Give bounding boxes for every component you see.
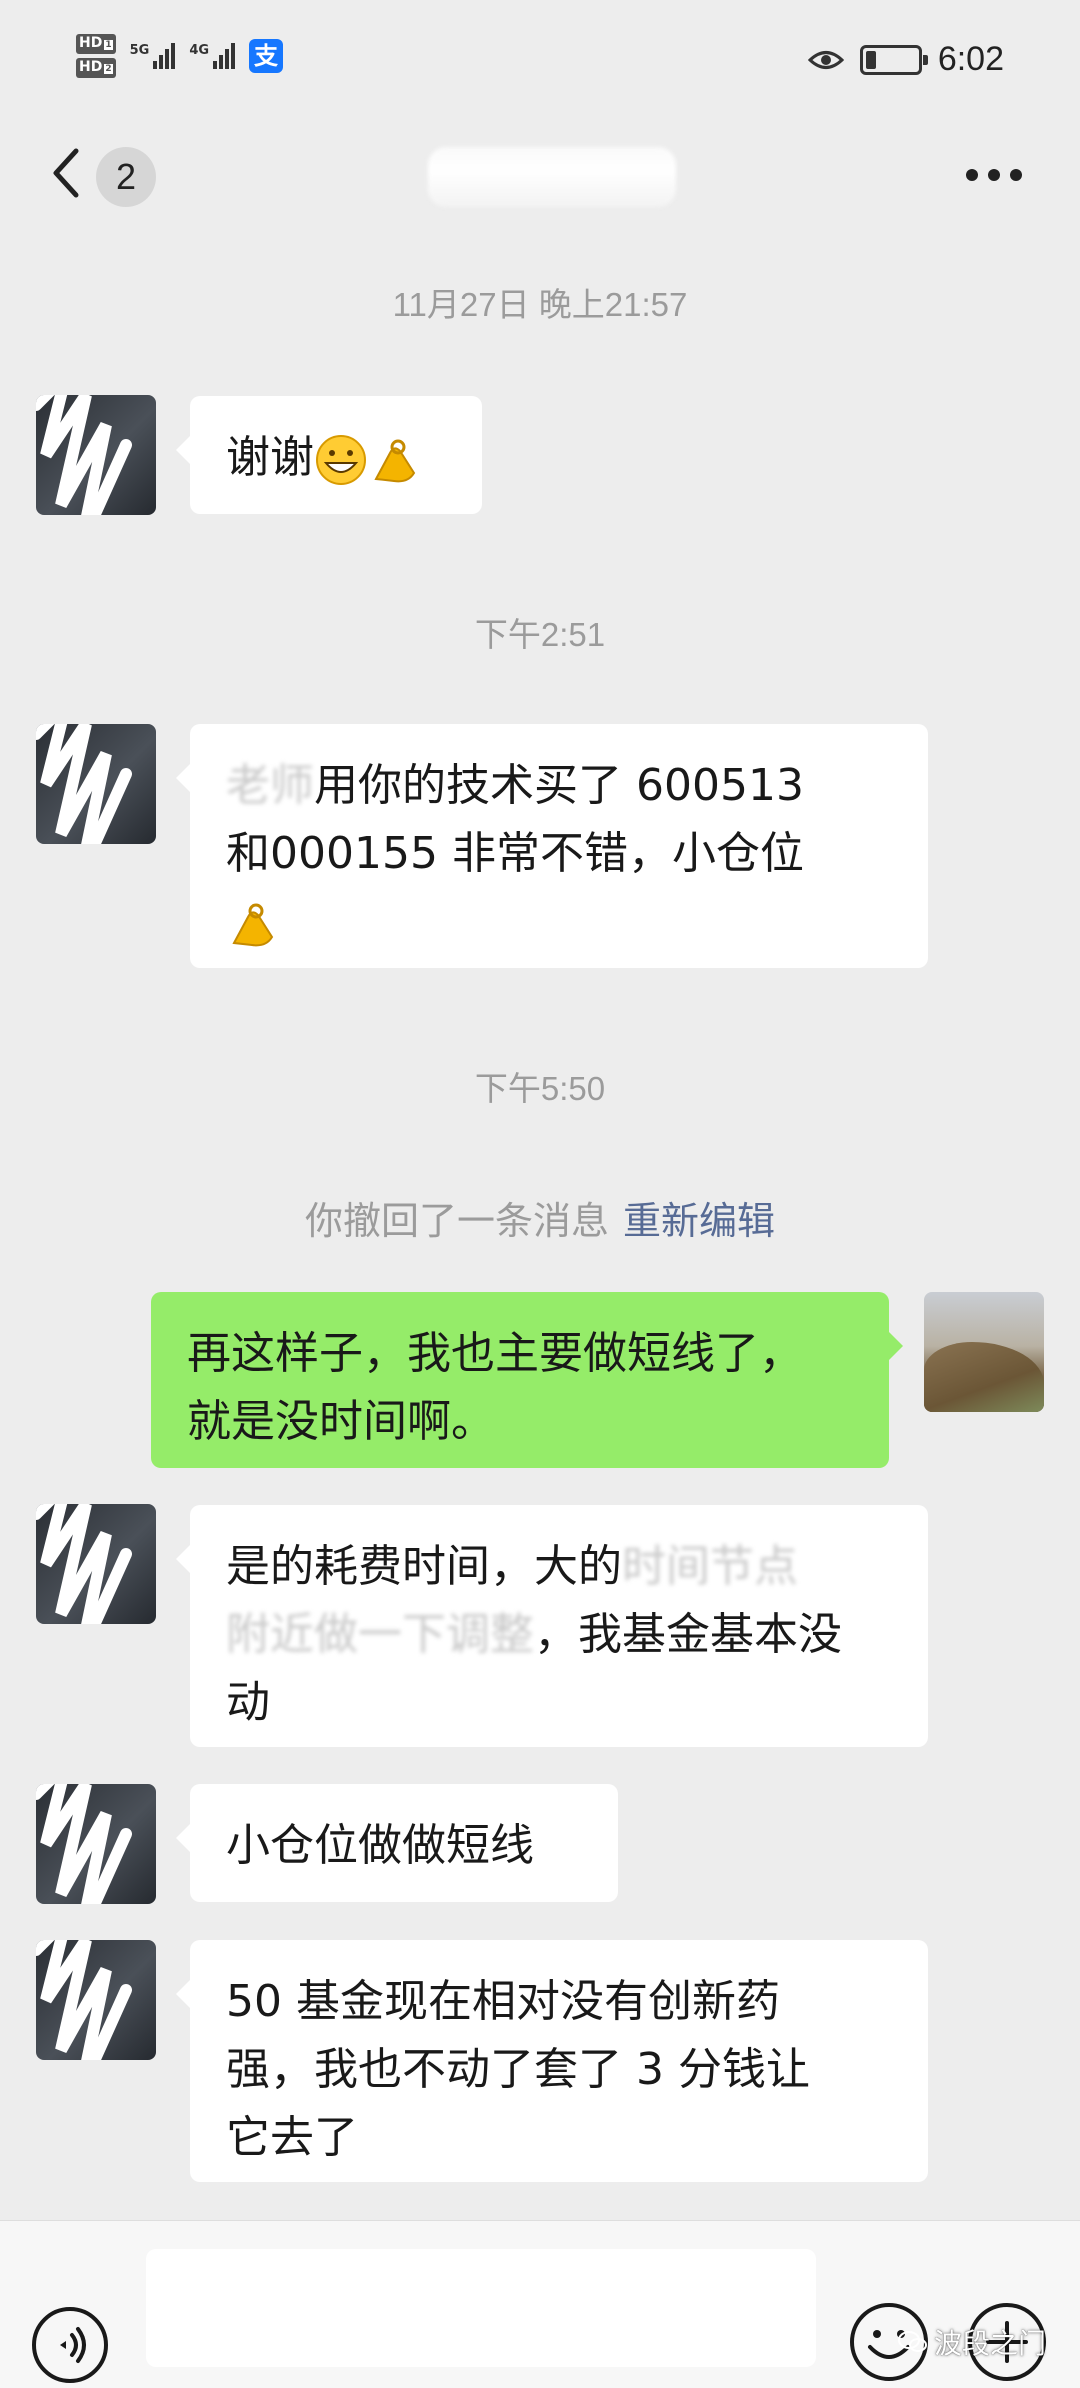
signal-4g-icon: 4G (189, 43, 236, 69)
unread-count-badge[interactable]: 2 (96, 147, 156, 207)
status-bar: HD 1 HD 2 5G 4G 支 6:02 (0, 0, 1080, 125)
ok-hand-emoji-icon (374, 439, 416, 483)
chevron-left-icon[interactable] (46, 145, 86, 201)
message-line: 强，我也不动了套了 3 分钱让 (226, 2044, 810, 2095)
ok-hand-emoji-icon (232, 903, 274, 947)
alipay-icon: 支 (249, 39, 284, 73)
status-left: HD 1 HD 2 5G 4G 支 (76, 34, 284, 78)
status-right: 6:02 (807, 40, 1004, 79)
redacted-text: 老师 (226, 760, 314, 811)
clock: 6:02 (937, 40, 1004, 78)
message-line (226, 888, 892, 956)
input-bar (0, 2220, 1080, 2388)
timestamp: 下午2:51 (474, 616, 606, 653)
message-line: 再这样子，我也主要做短线了， (187, 1328, 803, 1379)
message-bubble-outgoing[interactable]: 再这样子，我也主要做短线了， 就是没时间啊。 (151, 1292, 903, 1468)
grin-emoji-icon (316, 435, 366, 485)
timestamp: 下午5:50 (474, 1070, 606, 1107)
contact-avatar[interactable] (36, 1784, 156, 1904)
contact-avatar[interactable] (36, 724, 156, 844)
eye-comfort-icon (807, 50, 844, 69)
message-bubble-incoming[interactable]: 是的耗费时间，大的时间节点 附近做一下调整，我基金基本没 动 (176, 1505, 928, 1747)
message-bubble-incoming[interactable]: 50 基金现在相对没有创新药 强，我也不动了套了 3 分钱让 它去了 (176, 1940, 928, 2182)
wechat-official-icon (898, 2331, 927, 2352)
re-edit-link[interactable]: 重新编辑 (623, 1199, 775, 1243)
sim-indicators: HD 1 HD 2 (76, 34, 116, 78)
message-line: 老师用你的技术买了 600513 (226, 760, 804, 811)
chat-title-redacted (428, 147, 676, 207)
message-bubble-incoming[interactable]: 小仓位做做短线 (176, 1784, 618, 1902)
message-input[interactable] (146, 2249, 816, 2367)
sim1-indicator: HD 1 (76, 34, 116, 54)
message-line: 和000155 非常不错，小仓位 (226, 828, 804, 879)
recall-text: 你撤回了一条消息 (304, 1199, 609, 1243)
message-line: 附近做一下调整，我基金基本没 (226, 1609, 842, 1660)
more-icon[interactable] (966, 167, 1022, 183)
message-line: 就是没时间啊。 (187, 1396, 495, 1447)
sim2-indicator: HD 2 (76, 58, 116, 78)
contact-avatar[interactable] (36, 1940, 156, 2060)
recall-notice: 你撤回了一条消息 重新编辑 (0, 1190, 1080, 1245)
contact-avatar[interactable] (36, 1504, 156, 1624)
signal-5g-icon: 5G (130, 43, 176, 69)
redacted-text: 附近做一下调整 (226, 1609, 534, 1660)
chat-header: 2 (0, 125, 1080, 243)
timestamp: 11月27日 晚上21:57 (392, 286, 688, 323)
voice-input-icon[interactable] (30, 2305, 110, 2385)
message-bubble-incoming[interactable]: 老师用你的技术买了 600513 和000155 非常不错，小仓位 (176, 724, 928, 968)
message-text: 谢谢 (226, 432, 314, 483)
message-line: 是的耗费时间，大的时间节点 (226, 1541, 798, 1592)
message-line: 50 基金现在相对没有创新药 (226, 1976, 780, 2027)
message-bubble-incoming[interactable]: 谢谢 (176, 396, 482, 514)
battery-icon (859, 44, 928, 75)
watermark: 波段之门 (898, 2322, 1046, 2362)
message-line: 动 (226, 1677, 270, 1728)
redacted-text: 时间节点 (622, 1541, 798, 1592)
my-avatar[interactable] (924, 1292, 1044, 1412)
contact-avatar[interactable] (36, 395, 156, 515)
message-text: 小仓位做做短线 (226, 1820, 534, 1871)
message-line: 它去了 (226, 2112, 358, 2163)
